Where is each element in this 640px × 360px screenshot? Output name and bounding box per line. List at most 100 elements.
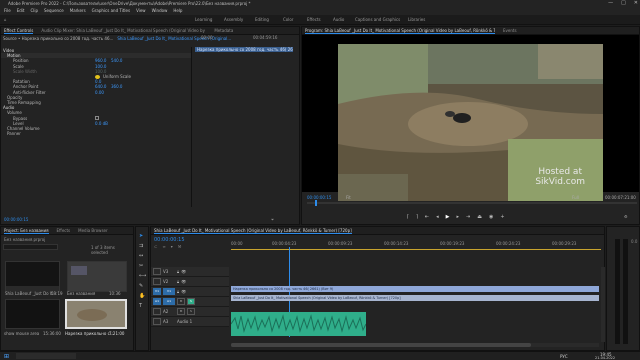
quality-dropdown[interactable]: Full bbox=[572, 195, 579, 200]
maximize-button[interactable]: □ bbox=[621, 0, 626, 7]
v1-lock-icon[interactable]: 🔒︎ bbox=[177, 289, 179, 294]
antiflicker-value[interactable]: 0.00 bbox=[95, 90, 104, 95]
workspace-captions[interactable]: Captions and Graphics bbox=[355, 17, 400, 22]
a1-source-patch[interactable]: A1 bbox=[153, 298, 161, 305]
home-icon[interactable]: ⌂ bbox=[4, 17, 7, 22]
ec-timecode[interactable]: 00:00:00:15 bbox=[4, 217, 28, 222]
language-indicator[interactable]: РУС bbox=[560, 354, 568, 359]
mark-in-icon[interactable]: ⌈ bbox=[407, 214, 409, 220]
track-select-icon[interactable]: ⇉ bbox=[139, 243, 143, 249]
v2-target[interactable] bbox=[153, 278, 161, 285]
a1-mute-button[interactable]: M bbox=[177, 298, 185, 305]
start-icon[interactable]: ⊞ bbox=[4, 353, 9, 360]
mark-out-icon[interactable]: ⌉ bbox=[416, 214, 418, 220]
menu-window[interactable]: Window bbox=[152, 7, 168, 15]
tab-project[interactable]: Project: Без названия bbox=[4, 228, 49, 234]
program-scrubber[interactable] bbox=[307, 200, 637, 206]
snap-icon[interactable]: ⊂ bbox=[154, 244, 157, 249]
v1-label[interactable]: V1 bbox=[163, 288, 175, 295]
project-item-4[interactable] bbox=[5, 299, 60, 329]
v3-lock-icon[interactable]: 🔒︎ bbox=[177, 269, 179, 274]
menu-clip[interactable]: Clip bbox=[30, 7, 38, 15]
tab-metadata[interactable]: Metadata bbox=[214, 28, 233, 33]
timeline-vertical-scrollbar[interactable] bbox=[601, 267, 605, 342]
menu-help[interactable]: Help bbox=[173, 7, 182, 15]
tab-media-browser[interactable]: Media Browser bbox=[78, 228, 108, 233]
menu-sequence[interactable]: Sequence bbox=[44, 7, 64, 15]
v3-target[interactable] bbox=[153, 268, 161, 275]
selection-tool-icon[interactable]: ➤ bbox=[139, 233, 143, 239]
lift-icon[interactable]: ⏏ bbox=[477, 214, 482, 220]
sequence-label[interactable]: Shia LaBeouf _Just Do It_ Motivational S… bbox=[117, 36, 231, 41]
workspace-color[interactable]: Color bbox=[283, 17, 293, 22]
a2-target[interactable] bbox=[153, 308, 161, 315]
a2-mute-button[interactable]: M bbox=[177, 308, 185, 315]
workspace-assembly[interactable]: Assembly bbox=[224, 17, 243, 22]
workspace-effects[interactable]: Effects bbox=[307, 17, 321, 22]
ripple-edit-icon[interactable]: ↔ bbox=[139, 253, 143, 259]
v1-eye-icon[interactable]: 👁︎ bbox=[181, 289, 186, 294]
menu-edit[interactable]: Edit bbox=[17, 7, 25, 15]
program-playhead[interactable] bbox=[315, 200, 317, 206]
tab-effects[interactable]: Effects bbox=[57, 228, 71, 233]
tab-program[interactable]: Program: Shia LaBeouf _Just Do It_ Motiv… bbox=[305, 28, 495, 34]
v2-lock-icon[interactable]: 🔒︎ bbox=[177, 279, 179, 284]
clip-a1[interactable] bbox=[230, 312, 367, 336]
a1-label[interactable]: A1 bbox=[163, 298, 175, 305]
pen-icon[interactable]: ✎ bbox=[139, 283, 143, 289]
scroll-thumb[interactable] bbox=[231, 343, 531, 347]
fit-dropdown[interactable]: Fit bbox=[346, 195, 351, 200]
v1-source-patch[interactable]: V1 bbox=[153, 288, 161, 295]
settings-icon[interactable]: ⚙ bbox=[624, 214, 628, 219]
razor-icon[interactable]: ✂ bbox=[139, 263, 143, 269]
monitor-viewport[interactable]: Hosted at SikVid.com bbox=[302, 35, 639, 201]
step-back-icon[interactable]: ◂ bbox=[436, 214, 439, 220]
project-item-1[interactable] bbox=[5, 261, 60, 293]
wrench-icon[interactable]: ⚒ bbox=[178, 244, 182, 249]
filter-icon[interactable]: ⏷ bbox=[271, 217, 274, 222]
workspace-audio[interactable]: Audio bbox=[333, 17, 344, 22]
hand-icon[interactable]: ✋ bbox=[139, 293, 145, 299]
ec-clip-bar[interactable]: Нарезка прикольно со 2008 год. часть 46(… bbox=[195, 47, 293, 52]
workspace-learning[interactable]: Learning bbox=[195, 17, 212, 22]
menu-graphics[interactable]: Graphics and Titles bbox=[92, 7, 130, 15]
v3-eye-icon[interactable]: 👁︎ bbox=[181, 269, 186, 274]
a1-solo-button[interactable]: S bbox=[187, 298, 195, 305]
tab-audio-clip-mixer[interactable]: Audio Clip Mixer: Shia LaBeouf _Just Do … bbox=[41, 28, 206, 33]
level-value[interactable]: 0.0 dB bbox=[95, 121, 108, 126]
workspace-editing[interactable]: Editing bbox=[255, 17, 269, 22]
add-marker-icon[interactable]: ▾ bbox=[171, 244, 173, 249]
workspace-libraries[interactable]: Libraries bbox=[408, 17, 425, 22]
bypass-checkbox[interactable] bbox=[95, 116, 99, 121]
timeline-horizontal-scrollbar[interactable] bbox=[231, 343, 599, 347]
menu-file[interactable]: File bbox=[4, 7, 11, 15]
tab-effect-controls[interactable]: Effect Controls bbox=[4, 28, 34, 34]
timeline-ruler[interactable]: 00:00 00:00:04:23 00:00:09:23 00:00:14:2… bbox=[231, 236, 601, 250]
minimize-button[interactable]: — bbox=[608, 0, 613, 7]
project-item-2[interactable] bbox=[67, 261, 127, 292]
go-to-out-icon[interactable]: ⇥ bbox=[466, 214, 470, 220]
menu-markers[interactable]: Markers bbox=[70, 7, 86, 15]
tab-events[interactable]: Events bbox=[503, 28, 517, 33]
go-to-in-icon[interactable]: ⇤ bbox=[425, 214, 429, 220]
a3-target[interactable] bbox=[153, 318, 161, 325]
menu-view[interactable]: View bbox=[136, 7, 146, 15]
clip-v1[interactable]: Shia LaBeouf _Just Do It_ Motivational S… bbox=[231, 295, 599, 301]
work-area-bar[interactable] bbox=[231, 249, 601, 250]
panner-row[interactable]: Panner bbox=[1, 131, 191, 136]
a2-solo-button[interactable]: S bbox=[187, 308, 195, 315]
timeline-timecode[interactable]: 00:00:00:15 bbox=[154, 237, 185, 243]
export-frame-icon[interactable]: ◉ bbox=[489, 214, 493, 220]
program-timecode[interactable]: 00:00:00:15 bbox=[307, 195, 331, 200]
project-item-3[interactable] bbox=[65, 299, 127, 329]
step-forward-icon[interactable]: ▸ bbox=[456, 214, 459, 220]
tab-sequence[interactable]: Shia LaBeouf _Just Do It_ Motivational S… bbox=[154, 228, 352, 234]
slip-icon[interactable]: ⟷ bbox=[139, 273, 146, 279]
source-label[interactable]: Source • Нарезка прикольно со 2008 год. … bbox=[3, 36, 113, 41]
type-icon[interactable]: T bbox=[139, 303, 142, 309]
v2-eye-icon[interactable]: 👁︎ bbox=[181, 279, 186, 284]
taskbar-search[interactable] bbox=[16, 353, 76, 359]
linked-selection-icon[interactable]: ∞ bbox=[162, 244, 165, 249]
project-search-input[interactable] bbox=[3, 244, 58, 250]
close-button[interactable]: ✕ bbox=[634, 0, 638, 7]
